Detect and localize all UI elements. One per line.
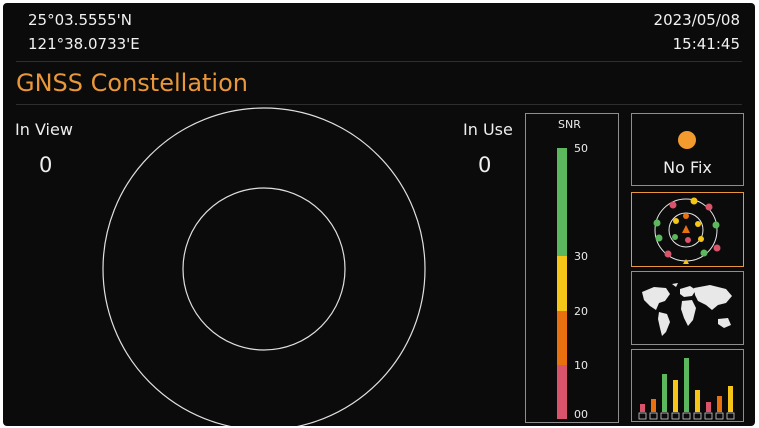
in-use-count: 0	[478, 153, 492, 177]
snr-tick-00: 00	[574, 408, 588, 421]
snr-tick-20: 20	[574, 305, 588, 318]
snr-tick-10: 10	[574, 359, 588, 372]
status-dot-icon	[678, 131, 696, 149]
fix-status-label: No Fix	[663, 158, 712, 177]
snr-label: SNR	[558, 118, 581, 131]
gnss-screen: 25°03.5555'N 121°38.0733'E 2023/05/08 15…	[3, 3, 755, 426]
satellite-orbit-icon	[653, 197, 721, 264]
world-map-icon	[642, 283, 732, 336]
in-view-count: 0	[39, 153, 53, 177]
snr-bars-view-button[interactable]	[631, 349, 744, 422]
world-map-view-button[interactable]	[631, 271, 744, 345]
title-divider	[16, 104, 742, 105]
sky-plot-inner-ring	[182, 187, 346, 351]
page-title: GNSS Constellation	[16, 69, 248, 97]
constellation-view-button[interactable]	[631, 192, 744, 267]
snr-scale-panel: SNR 50 30 20 10 00	[525, 113, 619, 423]
sky-plot-outer-ring	[102, 107, 426, 426]
snr-band-orange	[557, 311, 567, 365]
time-readout: 15:41:45	[672, 35, 740, 53]
snr-band-yellow	[557, 256, 567, 311]
in-use-label: In Use	[463, 120, 513, 139]
header-divider	[16, 61, 742, 62]
snr-band-green	[557, 148, 567, 256]
bar-chart-icon	[638, 358, 735, 420]
longitude-readout: 121°38.0733'E	[28, 35, 140, 53]
snr-tick-30: 30	[574, 250, 588, 263]
snr-band-red	[557, 365, 567, 419]
in-view-label: In View	[15, 120, 73, 139]
snr-tick-50: 50	[574, 142, 588, 155]
sky-plot	[102, 107, 426, 426]
date-readout: 2023/05/08	[653, 11, 740, 29]
fix-status-panel[interactable]: No Fix	[631, 113, 744, 186]
latitude-readout: 25°03.5555'N	[28, 11, 132, 29]
